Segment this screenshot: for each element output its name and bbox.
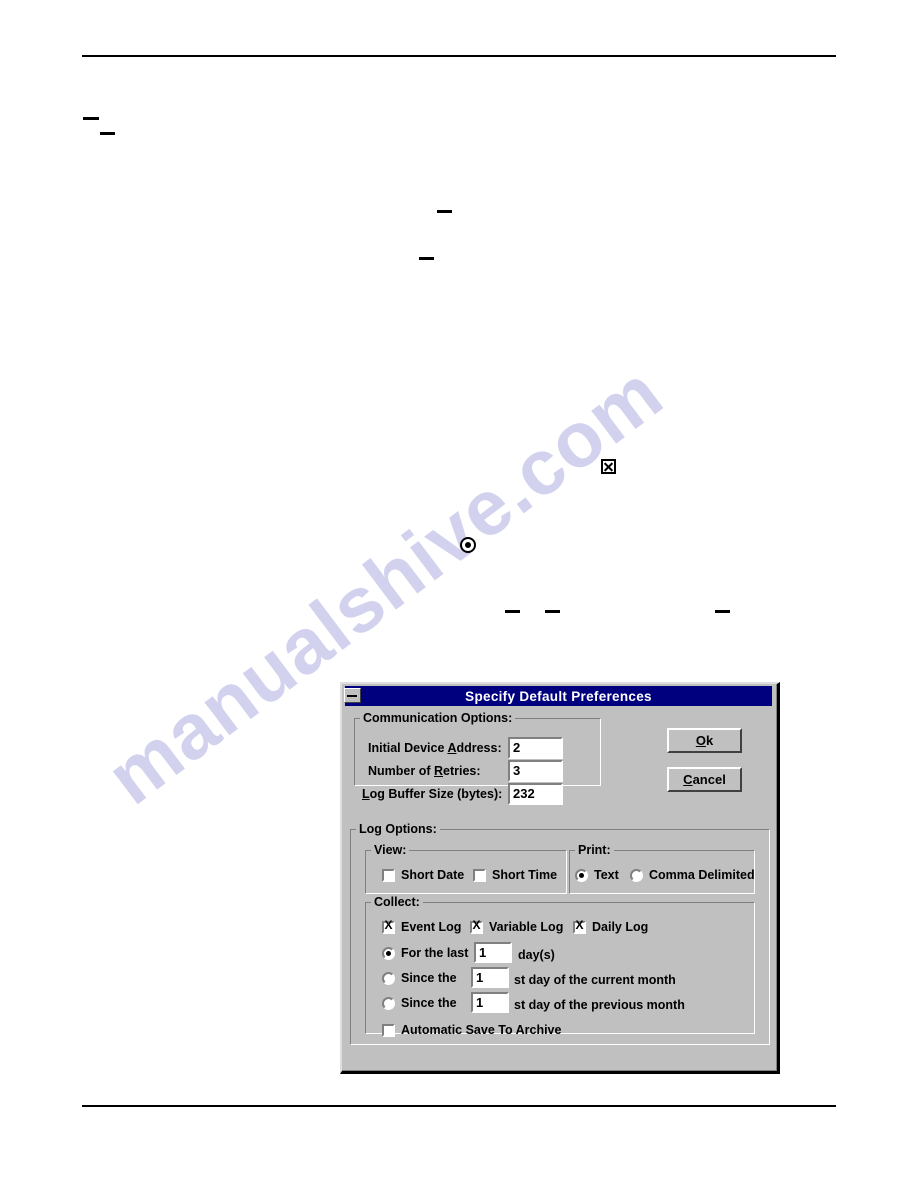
short-date-label: Short Date: [401, 868, 465, 882]
text-stub: [545, 610, 560, 613]
checkbox-box: [382, 868, 395, 882]
header-rule: [82, 55, 836, 57]
text-stub: [715, 610, 730, 613]
specify-default-preferences-dialog: Specify Default Preferences Communicatio…: [340, 682, 780, 1074]
log-buffer-size-input[interactable]: 232: [508, 783, 563, 805]
collect-label: Collect:: [371, 895, 423, 909]
number-of-retries-label: Number of Retries:: [368, 764, 481, 778]
cancel-button[interactable]: Cancel: [667, 767, 742, 792]
dialog-title: Specify Default Preferences: [465, 688, 652, 704]
print-comma-delimited-label: Comma Delimited: [649, 868, 755, 882]
manual-page-sheet: manualshive.com Specify Default Preferen…: [0, 0, 918, 1188]
radio-dot: [382, 996, 395, 1010]
event-log-checkbox[interactable]: Event Log: [382, 919, 462, 934]
checked-checkbox-icon: [601, 459, 616, 474]
dialog-titlebar: Specify Default Preferences: [344, 686, 772, 706]
for-the-last-days-input[interactable]: 1: [474, 942, 512, 963]
communication-options-label: Communication Options:: [360, 711, 516, 725]
variable-log-label: Variable Log: [489, 920, 564, 934]
short-time-label: Short Time: [492, 868, 558, 882]
daily-log-label: Daily Log: [592, 920, 649, 934]
checkbox-box: [382, 1023, 395, 1037]
since-current-month-radio[interactable]: Since the: [382, 971, 457, 985]
radio-dot: [382, 971, 395, 985]
ok-button[interactable]: Ok: [667, 728, 742, 753]
for-the-last-suffix: day(s): [518, 948, 555, 962]
since-previous-month-suffix: st day of the previous month: [514, 998, 685, 1012]
since-previous-month-label: Since the: [401, 996, 457, 1010]
since-previous-month-radio[interactable]: Since the: [382, 996, 457, 1010]
radio-dot: [382, 946, 395, 960]
for-the-last-radio[interactable]: For the last: [382, 946, 468, 960]
checkbox-box: [382, 919, 395, 934]
print-text-label: Text: [594, 868, 619, 882]
since-current-month-label: Since the: [401, 971, 457, 985]
text-stub: [83, 117, 99, 120]
short-time-checkbox[interactable]: Short Time: [473, 868, 557, 882]
print-comma-delimited-radio[interactable]: Comma Delimited: [630, 868, 755, 882]
text-stub: [419, 257, 434, 260]
radio-dot: [630, 868, 643, 882]
print-text-radio[interactable]: Text: [575, 868, 619, 882]
since-previous-month-day-input[interactable]: 1: [471, 992, 509, 1013]
automatic-save-to-archive-checkbox[interactable]: Automatic Save To Archive: [382, 1023, 561, 1037]
radio-dot: [575, 868, 588, 882]
log-buffer-size-label: Log Buffer Size (bytes):: [362, 787, 503, 801]
number-of-retries-input[interactable]: 3: [508, 760, 563, 782]
variable-log-checkbox[interactable]: Variable Log: [470, 919, 564, 934]
checkbox-box: [573, 919, 586, 934]
since-current-month-day-input[interactable]: 1: [471, 967, 509, 988]
checkbox-box: [470, 919, 483, 934]
text-stub: [505, 610, 520, 613]
checkbox-box: [473, 868, 486, 882]
view-label: View:: [371, 843, 410, 857]
initial-device-address-input[interactable]: 2: [508, 737, 563, 759]
selected-radio-icon: [460, 537, 476, 553]
text-stub: [100, 132, 115, 135]
for-the-last-label: For the last: [401, 946, 469, 960]
log-options-label: Log Options:: [356, 822, 440, 836]
since-current-month-suffix: st day of the current month: [514, 973, 676, 987]
initial-device-address-label: Initial Device Address:: [368, 741, 502, 755]
short-date-checkbox[interactable]: Short Date: [382, 868, 464, 882]
automatic-save-to-archive-label: Automatic Save To Archive: [401, 1023, 562, 1037]
event-log-label: Event Log: [401, 920, 462, 934]
text-stub: [437, 210, 452, 213]
window-menu-icon[interactable]: [344, 688, 361, 703]
daily-log-checkbox[interactable]: Daily Log: [573, 919, 649, 934]
footer-rule: [82, 1105, 836, 1107]
print-label: Print:: [575, 843, 614, 857]
